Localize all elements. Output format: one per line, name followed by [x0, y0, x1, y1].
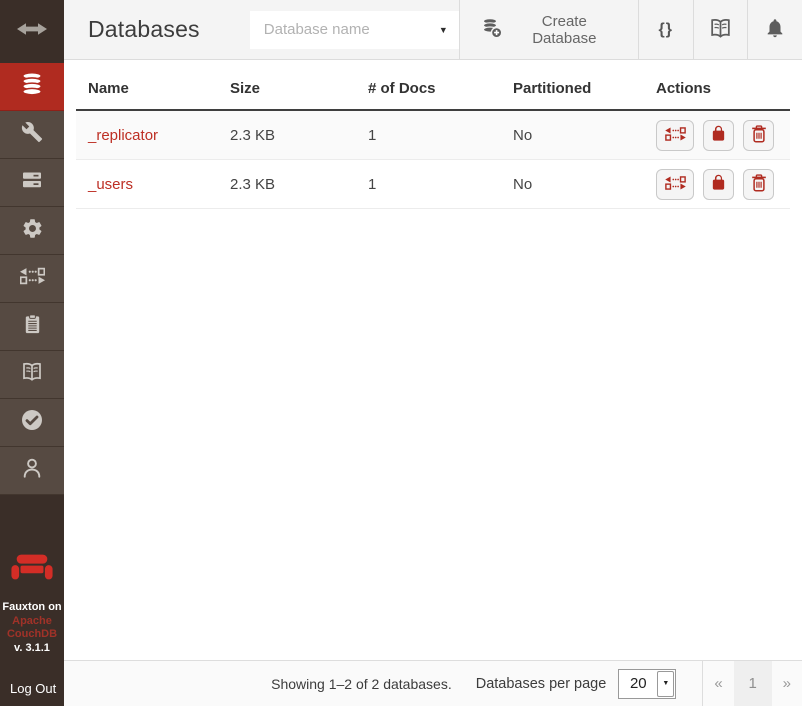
json-api-button[interactable]: {}	[638, 0, 693, 59]
branding-line: Fauxton on	[2, 601, 61, 615]
sidebar-item-documentation[interactable]	[0, 351, 64, 399]
sidebar-item-account[interactable]	[0, 447, 64, 495]
database-name-input[interactable]	[250, 11, 459, 49]
per-page-label: Databases per page	[476, 676, 607, 692]
table-row: _users 2.3 KB 1 No	[76, 160, 790, 209]
sidebar-footer: Fauxton on Apache CouchDB v. 3.1.1 Log O…	[0, 495, 64, 706]
documentation-button[interactable]	[693, 0, 748, 59]
db-partitioned-cell: No	[501, 110, 644, 160]
db-size-cell: 2.3 KB	[218, 110, 356, 160]
showing-text: Showing 1–2 of 2 databases.	[271, 676, 452, 692]
fauxton-app: Fauxton on Apache CouchDB v. 3.1.1 Log O…	[0, 0, 802, 706]
db-docs-cell: 1	[356, 110, 501, 160]
sidebar-item-replication[interactable]	[0, 255, 64, 303]
create-database-button[interactable]: Create Database	[459, 0, 638, 59]
column-header-docs: # of Docs	[356, 76, 501, 110]
replicate-database-button[interactable]	[656, 120, 694, 151]
pagination-page-1[interactable]: 1	[734, 661, 772, 706]
server-stack-icon	[20, 168, 44, 197]
column-header-size: Size	[218, 76, 356, 110]
open-book-icon	[20, 360, 44, 389]
sidebar-item-setup[interactable]	[0, 111, 64, 159]
pagination-next[interactable]: »	[772, 675, 802, 692]
version-label: v. 3.1.1	[2, 642, 61, 656]
table-row: _replicator 2.3 KB 1 No	[76, 110, 790, 160]
database-name-combobox: ▼	[250, 11, 459, 49]
sidebar-item-verify[interactable]	[0, 399, 64, 447]
trash-icon	[751, 174, 767, 195]
replicate-icon	[665, 127, 686, 144]
content-area: Databases ▼ Create	[64, 0, 802, 706]
check-circle-icon	[20, 408, 44, 437]
delete-database-button[interactable]	[743, 120, 774, 151]
person-icon	[20, 456, 44, 485]
databases-panel: Name Size # of Docs Partitioned Actions …	[64, 60, 802, 660]
page-footer: Showing 1–2 of 2 databases. Databases pe…	[64, 660, 802, 706]
table-header-row: Name Size # of Docs Partitioned Actions	[76, 76, 790, 110]
delete-database-button[interactable]	[743, 169, 774, 200]
lock-icon	[710, 125, 727, 145]
db-docs-cell: 1	[356, 160, 501, 209]
gear-icon	[21, 217, 44, 245]
wrench-icon	[21, 121, 43, 148]
column-header-partitioned: Partitioned	[501, 76, 644, 110]
branding-text: Fauxton on Apache CouchDB v. 3.1.1	[2, 601, 61, 655]
pagination: « 1 »	[702, 661, 802, 706]
column-header-actions: Actions	[644, 76, 790, 110]
create-database-label: Create Database	[512, 13, 617, 47]
sidebar-item-active-tasks[interactable]	[0, 159, 64, 207]
replication-icon	[20, 267, 45, 290]
row-actions	[656, 111, 778, 159]
notifications-button[interactable]	[747, 0, 802, 59]
db-partitioned-cell: No	[501, 160, 644, 209]
databases-table: Name Size # of Docs Partitioned Actions …	[76, 76, 790, 209]
per-page-select[interactable]: 20 ▼	[618, 669, 676, 699]
double-arrow-icon	[17, 22, 47, 41]
json-braces-icon: {}	[658, 21, 672, 39]
database-link[interactable]: _replicator	[88, 127, 158, 144]
branding-line-couchdb: CouchDB	[2, 628, 61, 642]
logout-button[interactable]: Log Out	[0, 681, 56, 706]
sidebar: Fauxton on Apache CouchDB v. 3.1.1 Log O…	[0, 0, 64, 706]
sidebar-item-active-tasks-clipboard[interactable]	[0, 303, 64, 351]
header-controls: Create Database {}	[459, 0, 802, 59]
permissions-lock-button[interactable]	[703, 169, 734, 200]
permissions-lock-button[interactable]	[703, 120, 734, 151]
replicate-database-button[interactable]	[656, 169, 694, 200]
pagination-prev[interactable]: «	[703, 675, 733, 692]
sidebar-item-configuration[interactable]	[0, 207, 64, 255]
chevron-down-icon: ▼	[657, 671, 674, 697]
chevron-down-icon[interactable]: ▼	[439, 25, 448, 35]
sidebar-expand-button[interactable]	[0, 0, 64, 63]
replicate-icon	[665, 176, 686, 193]
couchdb-logo	[10, 552, 54, 587]
bell-icon	[764, 17, 786, 42]
branding-line-apache: Apache	[2, 615, 61, 629]
page-header: Databases ▼ Create	[64, 0, 802, 60]
database-icon	[19, 71, 45, 102]
page-title: Databases	[88, 16, 200, 43]
per-page-value: 20	[619, 675, 657, 692]
column-header-name: Name	[76, 76, 218, 110]
database-plus-icon	[481, 17, 503, 43]
open-book-icon	[708, 16, 733, 44]
row-actions	[656, 160, 778, 208]
db-size-cell: 2.3 KB	[218, 160, 356, 209]
clipboard-icon	[21, 313, 44, 341]
trash-icon	[751, 125, 767, 146]
lock-icon	[710, 174, 727, 194]
database-link[interactable]: _users	[88, 176, 133, 193]
sidebar-item-databases[interactable]	[0, 63, 64, 111]
